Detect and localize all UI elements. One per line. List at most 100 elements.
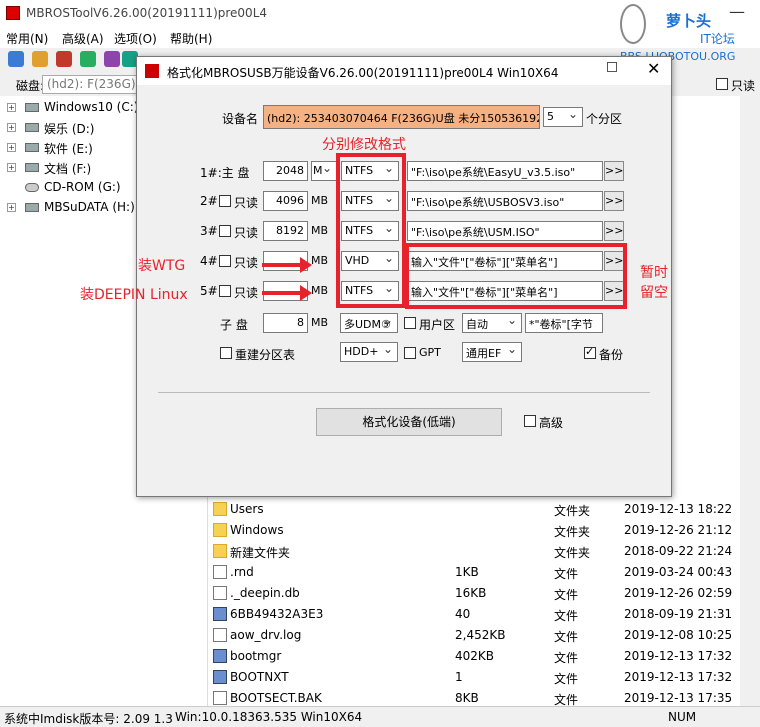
auto-select[interactable]: 自动 xyxy=(462,313,522,333)
hdd-select[interactable]: HDD+ xyxy=(340,342,398,362)
gear-icon[interactable] xyxy=(32,51,48,67)
file-icon xyxy=(213,670,227,684)
readonly-label: 只读 xyxy=(234,286,259,300)
readonly-checkbox[interactable] xyxy=(219,195,231,207)
drive-icon xyxy=(25,163,39,172)
advanced-checkbox[interactable] xyxy=(524,415,536,427)
file-row[interactable]: 新建文件夹 文件夹 2018-09-22 21:24 xyxy=(208,541,740,562)
device-field[interactable]: (hd2): 253403070464 F(236G)U盘 未分15053619… xyxy=(263,105,540,129)
file-type: 文件夹 xyxy=(554,525,591,539)
backup-checkbox[interactable] xyxy=(584,345,596,359)
menu-options[interactable]: 选项(O) xyxy=(114,30,157,47)
watermark-it: IT论坛 xyxy=(700,32,735,46)
file-name: ._deepin.db xyxy=(230,586,300,600)
file-name: Users xyxy=(230,502,264,516)
file-date: 2018-09-19 21:31 xyxy=(624,607,733,621)
image-path-input[interactable]: "F:\iso\pe系统\EasyU_v3.5.iso" xyxy=(407,161,603,181)
app-title: MBROSToolV6.26.00(20191111)pre00L4 xyxy=(26,6,268,20)
drive-icon xyxy=(25,103,39,112)
divider xyxy=(158,392,650,393)
annotation-fs-box xyxy=(336,153,406,308)
file-date: 2019-12-26 21:12 xyxy=(624,523,733,537)
image-path-input[interactable]: "F:\iso\pe系统\USBOSV3.iso" xyxy=(407,191,603,211)
toolbar xyxy=(0,48,140,70)
readonly-checkbox[interactable] xyxy=(716,78,728,90)
file-icon xyxy=(213,607,227,621)
readonly-checkbox[interactable] xyxy=(219,285,231,297)
expand-icon[interactable]: + xyxy=(7,123,16,132)
file-icon xyxy=(213,628,227,642)
rebuild-checkbox[interactable] xyxy=(220,347,232,359)
radish-icon xyxy=(620,4,646,44)
user-area-checkbox[interactable] xyxy=(404,317,416,329)
browse-button[interactable]: >> xyxy=(604,191,624,211)
menu-advanced[interactable]: 高级(A) xyxy=(62,30,104,47)
file-row[interactable]: ._deepin.db 16KB 文件 2019-12-26 02:59 xyxy=(208,583,740,604)
disk-icon[interactable] xyxy=(56,51,72,67)
file-row[interactable]: Windows 文件夹 2019-12-26 21:12 xyxy=(208,520,740,541)
file-type: 文件 xyxy=(554,630,579,644)
volume-label-input[interactable]: *"卷标"[字节 xyxy=(525,313,603,333)
browse-button[interactable]: >> xyxy=(604,161,624,181)
subdisk-fs-select[interactable]: 多UDM⑤ xyxy=(340,313,398,333)
readonly-checkbox[interactable] xyxy=(219,255,231,267)
image-path-input[interactable]: "F:\iso\pe系统\USM.ISO" xyxy=(407,221,603,241)
minimize-button[interactable]: — xyxy=(722,2,752,22)
rebuild-label: 重建分区表 xyxy=(235,348,296,362)
expand-icon[interactable]: + xyxy=(7,103,16,112)
subdisk-size-input[interactable]: 8 xyxy=(263,313,308,333)
format-device-button[interactable]: 格式化设备(低端) xyxy=(316,408,502,436)
expand-icon[interactable]: + xyxy=(7,143,16,152)
readonly-label: 只读 xyxy=(234,256,259,270)
drive-icon xyxy=(25,143,39,152)
readonly-label: 只读 xyxy=(234,226,259,240)
gpt-checkbox[interactable] xyxy=(404,347,416,359)
file-name: Windows xyxy=(230,523,284,537)
browse-button[interactable]: >> xyxy=(604,221,624,241)
dialog-title: 格式化MBROSUSB万能设备V6.26.00(20191111)pre00L4… xyxy=(167,66,559,80)
expand-icon[interactable]: + xyxy=(7,203,16,212)
file-type: 文件 xyxy=(554,651,579,665)
close-icon[interactable]: ✕ xyxy=(647,59,660,78)
unit-select[interactable]: M xyxy=(311,161,337,181)
file-row[interactable]: bootmgr 402KB 文件 2019-12-13 17:32 xyxy=(208,646,740,667)
app-icon xyxy=(6,6,20,20)
efi-select[interactable]: 通用EF xyxy=(462,342,522,362)
menu-help[interactable]: 帮助(H) xyxy=(170,30,212,47)
file-name: BOOTNXT xyxy=(230,670,289,684)
save-icon[interactable] xyxy=(8,51,24,67)
file-row[interactable]: Users 文件夹 2019-12-13 18:22 xyxy=(208,499,740,520)
readonly-checkbox[interactable] xyxy=(219,225,231,237)
annotation-path-box xyxy=(405,243,627,309)
file-type: 文件 xyxy=(554,609,579,623)
file-row[interactable]: BOOTNXT 1 文件 2019-12-13 17:32 xyxy=(208,667,740,688)
unit-label: MB xyxy=(311,284,329,297)
annotation-fs-note: 分别修改格式 xyxy=(322,137,406,153)
refresh-icon[interactable] xyxy=(80,51,96,67)
readonly-label: 只读 xyxy=(731,79,756,93)
partition-size-input[interactable]: 4096 xyxy=(263,191,308,211)
file-type: 文件夹 xyxy=(554,504,591,518)
backup-label: 备份 xyxy=(599,348,624,362)
maximize-icon[interactable] xyxy=(607,62,617,72)
unit-label: MB xyxy=(311,224,329,237)
annotation-deepin: 装DEEPIN Linux xyxy=(80,287,188,303)
file-row[interactable]: aow_drv.log 2,452KB 文件 2019-12-08 10:25 xyxy=(208,625,740,646)
menu-common[interactable]: 常用(N) xyxy=(6,30,48,47)
vertical-scrollbar[interactable] xyxy=(740,96,760,706)
disk-select[interactable]: (hd2): F(236G)U... xyxy=(42,75,142,94)
file-row[interactable]: .rnd 1KB 文件 2019-03-24 00:43 xyxy=(208,562,740,583)
file-date: 2019-12-26 02:59 xyxy=(624,586,733,600)
status-imdisk: 系统中Imdisk版本号: 2.09 1.3 xyxy=(4,712,173,726)
partition-size-input[interactable]: 8192 xyxy=(263,221,308,241)
file-date: 2019-12-13 17:32 xyxy=(624,649,733,663)
annotation-hold-1: 暂时 xyxy=(640,265,668,281)
partition-size-input[interactable]: 2048 xyxy=(263,161,308,181)
partition-count-select[interactable]: 5 xyxy=(543,107,583,127)
folder-icon xyxy=(213,544,227,558)
file-row[interactable]: 6BB49432A3E3 40 文件 2018-09-19 21:31 xyxy=(208,604,740,625)
expand-icon[interactable]: + xyxy=(7,163,16,172)
file-icon xyxy=(213,586,227,600)
tool-icon[interactable] xyxy=(104,51,120,67)
file-size: 1KB xyxy=(455,565,479,579)
